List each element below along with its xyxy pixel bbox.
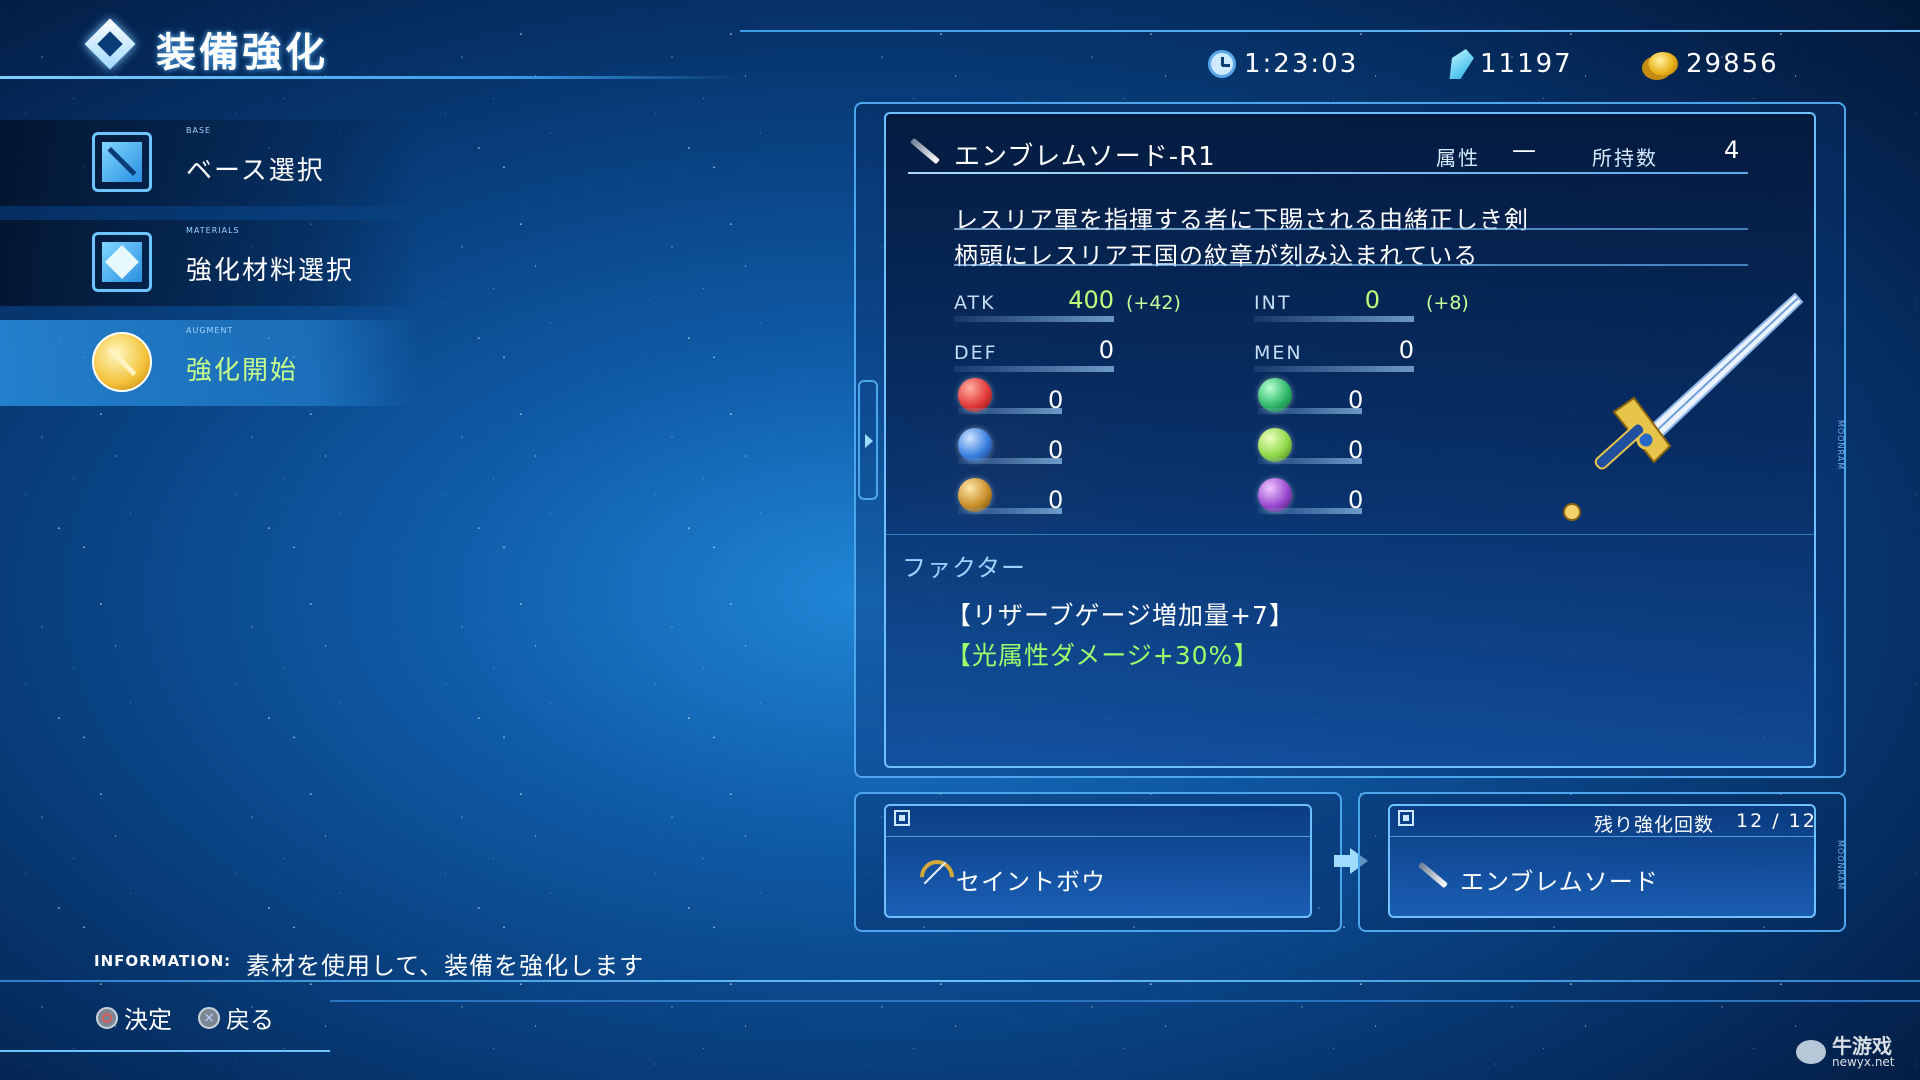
factor-item: 【リザーブゲージ増加量+7】 bbox=[946, 601, 1295, 630]
info-text: 素材を使用して、装備を強化します bbox=[246, 952, 645, 980]
water-orb-icon bbox=[958, 428, 992, 462]
light-value: 0 bbox=[1348, 436, 1364, 464]
confirm-button[interactable]: 決定 bbox=[96, 1000, 172, 1035]
remaining-augment-label: 残り強化回数 bbox=[1594, 814, 1715, 836]
menu-item-materials[interactable]: MATERIALS 強化材料選択 bbox=[0, 220, 420, 306]
int-bonus: (+8) bbox=[1426, 292, 1469, 314]
atk-bar bbox=[954, 316, 1114, 322]
fire-orb-icon bbox=[958, 378, 992, 412]
atk-label: ATK bbox=[954, 292, 996, 314]
owned-value: 4 bbox=[1724, 136, 1740, 164]
attribute-value: — bbox=[1512, 136, 1536, 164]
back-label: 戻る bbox=[226, 1006, 274, 1034]
wind-bar bbox=[1258, 408, 1362, 414]
int-label: INT bbox=[1254, 292, 1292, 314]
atk-value: 400 bbox=[1068, 286, 1114, 314]
menu-item-base[interactable]: BASE ベース選択 bbox=[0, 120, 420, 206]
slot-marker-icon bbox=[1398, 810, 1414, 826]
emblem-sword-illustration bbox=[1563, 292, 1804, 521]
atk-bonus: (+42) bbox=[1126, 292, 1181, 314]
menu-item-label: 強化開始 bbox=[186, 356, 299, 386]
menu-item-augment[interactable]: AUGMENT 強化開始 bbox=[0, 320, 420, 406]
header-line bbox=[740, 30, 1920, 32]
slot-side-label: MOONRAM bbox=[1836, 840, 1845, 891]
gold-count-value: 29856 bbox=[1686, 49, 1779, 79]
factor-item: 【光属性ダメージ+30%】 bbox=[946, 641, 1260, 670]
factor-divider bbox=[886, 534, 1814, 535]
crystal-count-value: 11197 bbox=[1480, 49, 1573, 79]
circle-button-icon bbox=[96, 1006, 118, 1029]
dark-orb-icon bbox=[1258, 478, 1292, 512]
sword-icon bbox=[92, 132, 152, 192]
gold-count: 29856 bbox=[1648, 46, 1779, 82]
slot-divider bbox=[1390, 836, 1814, 837]
play-time: 1:23:03 bbox=[1208, 46, 1358, 82]
info-divider bbox=[0, 980, 1920, 982]
item-name: エンブレムソード-R1 bbox=[954, 142, 1216, 172]
water-bar bbox=[958, 458, 1062, 464]
play-time-value: 1:23:03 bbox=[1244, 49, 1359, 79]
gold-sword-icon bbox=[92, 332, 152, 392]
item-header-line bbox=[908, 172, 1748, 174]
def-bar bbox=[954, 366, 1114, 372]
fire-value: 0 bbox=[1048, 386, 1064, 414]
wind-value: 0 bbox=[1348, 386, 1364, 414]
menu-item-label: 強化材料選択 bbox=[186, 256, 355, 286]
bow-icon bbox=[918, 858, 950, 890]
material-name: セイントボウ bbox=[956, 868, 1106, 896]
confirm-label: 決定 bbox=[124, 1006, 172, 1034]
diamond-icon bbox=[92, 232, 152, 292]
int-bar bbox=[1254, 316, 1414, 322]
panel-toggle-arrow-icon[interactable] bbox=[858, 380, 878, 500]
fire-bar bbox=[958, 408, 1062, 414]
int-value: 0 bbox=[1364, 286, 1380, 314]
def-value: 0 bbox=[1098, 336, 1114, 364]
watermark: 牛游戏 newyx.net bbox=[1796, 1036, 1895, 1068]
menu-item-sublabel: MATERIALS bbox=[186, 226, 240, 235]
watermark-url: newyx.net bbox=[1832, 1055, 1895, 1069]
earth-orb-icon bbox=[958, 478, 992, 512]
men-label: MEN bbox=[1254, 342, 1303, 364]
earth-value: 0 bbox=[1048, 486, 1064, 514]
footer-line bbox=[330, 1000, 1920, 1002]
panel-side-label: MOONRAM bbox=[1836, 420, 1845, 471]
desc-underline bbox=[954, 228, 1748, 230]
earth-bar bbox=[958, 508, 1062, 514]
back-button[interactable]: × 戻る bbox=[198, 1000, 274, 1035]
light-orb-icon bbox=[1258, 428, 1292, 462]
watermark-title: 牛游戏 bbox=[1832, 1034, 1892, 1058]
remaining-augment-value: 12 / 12 bbox=[1736, 810, 1817, 832]
menu-item-sublabel: BASE bbox=[186, 126, 212, 135]
page-title: 装備強化 bbox=[156, 30, 328, 76]
title-underline bbox=[0, 76, 740, 79]
cross-button-icon: × bbox=[198, 1006, 220, 1029]
men-bar bbox=[1254, 366, 1414, 372]
dark-value: 0 bbox=[1348, 486, 1364, 514]
slot-marker-icon bbox=[894, 810, 910, 826]
slot-divider bbox=[886, 836, 1310, 837]
wind-orb-icon bbox=[1258, 378, 1292, 412]
clock-icon bbox=[1208, 50, 1236, 78]
watermark-logo-icon bbox=[1796, 1040, 1826, 1064]
water-value: 0 bbox=[1048, 436, 1064, 464]
menu-item-label: ベース選択 bbox=[186, 156, 325, 186]
desc-underline bbox=[954, 264, 1748, 266]
crystal-icon bbox=[1445, 49, 1477, 79]
attribute-label: 属性 bbox=[1436, 146, 1480, 170]
men-value: 0 bbox=[1398, 336, 1414, 364]
crystal-count: 11197 bbox=[1450, 46, 1573, 82]
footer-line bbox=[0, 1050, 330, 1052]
owned-label: 所持数 bbox=[1592, 146, 1658, 170]
title-diamond-icon bbox=[84, 18, 136, 70]
dark-bar bbox=[1258, 508, 1362, 514]
result-name: エンブレムソード bbox=[1460, 868, 1659, 896]
factor-title: ファクター bbox=[902, 554, 1027, 582]
def-label: DEF bbox=[954, 342, 998, 364]
light-bar bbox=[1258, 458, 1362, 464]
coin-icon bbox=[1648, 52, 1678, 76]
info-label: INFORMATION: bbox=[94, 952, 232, 970]
menu-item-sublabel: AUGMENT bbox=[186, 326, 234, 335]
